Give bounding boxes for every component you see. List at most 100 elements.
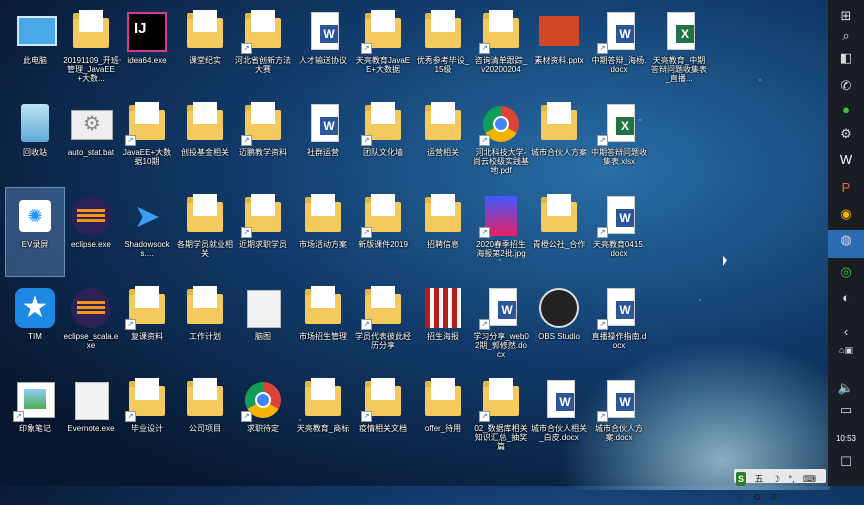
ev-icon: ✺ <box>13 194 57 238</box>
desktop-icon[interactable]: 回收站 <box>6 96 64 184</box>
desktop-icon[interactable]: 招生海报 <box>414 280 472 368</box>
desktop-icon[interactable]: IJ idea64.exe <box>118 4 176 92</box>
folder-icon <box>421 102 465 146</box>
excel-icon: X <box>657 10 701 54</box>
ime-settings-icon[interactable]: ⚙ <box>770 490 778 504</box>
desktop-icon[interactable]: W 社群运营 <box>294 96 352 184</box>
desktop-icon[interactable]: ↗ 迈鹏教学资料 <box>234 96 292 184</box>
network-icon[interactable]: ▭ <box>836 400 856 420</box>
desktop-icon[interactable]: Evernote.exe <box>62 372 120 460</box>
volume-icon[interactable]: 🔈 <box>836 378 856 398</box>
active-app-icon[interactable]: ◍ <box>828 230 864 258</box>
ppt-icon[interactable]: P <box>836 178 856 198</box>
desktop-icon[interactable]: ↗ 河北省创新方法大赛 <box>234 4 292 92</box>
desktop-icon-label: 素材资料.pptx <box>534 56 584 65</box>
desktop-icon[interactable]: W 人才输送协议 <box>294 4 352 92</box>
wechat-icon[interactable]: ● <box>836 100 856 120</box>
desktop-icon[interactable]: ↗ 学员代表彼此经历分享 <box>354 280 412 368</box>
desktop-icon[interactable]: W ↗ 直播操作指南.docx <box>590 280 648 368</box>
search-icon[interactable]: ⌕ <box>836 26 856 46</box>
windows-start-icon[interactable]: ⊞ <box>836 6 856 26</box>
desktop-icon-label: auto_stat.bat <box>67 148 115 157</box>
desktop-icon[interactable]: 招聘信息 <box>414 188 472 276</box>
desktop-icon[interactable]: 此电脑 <box>6 4 64 92</box>
desktop-icon[interactable]: ↗ JavaEE+大数据10期 <box>118 96 176 184</box>
sogou-logo-icon[interactable]: S <box>736 472 747 486</box>
desktop-icon[interactable]: W ↗ 中期答辩_海杨.docx <box>590 4 648 92</box>
desktop-icon[interactable]: W ↗ 学习分享_web02期_郭修然.docx <box>472 280 530 368</box>
shortcut-arrow-icon: ↗ <box>241 43 252 54</box>
word-icon: W <box>537 378 581 422</box>
taskbar-clock[interactable]: 10:53 <box>828 434 864 443</box>
app-icon[interactable]: ◐ <box>836 288 856 308</box>
desktop-icon[interactable]: 运营相关 <box>414 96 472 184</box>
desktop-icon[interactable]: offer_待用 <box>414 372 472 460</box>
ime-keyboard-icon[interactable]: ⌨ <box>803 472 816 486</box>
desktop-icon[interactable]: ↗ 近期求职学员 <box>234 188 292 276</box>
desktop-icon-label: 毕业设计 <box>131 424 163 433</box>
notification-icon[interactable]: ☐ <box>836 452 856 472</box>
desktop-icon[interactable]: W ↗ 天亮教育0415.docx <box>590 188 648 276</box>
desktop-icon[interactable]: ↗ 天亮教育JavaEE+大数据 <box>354 4 412 92</box>
desktop-icon[interactable]: eclipse_scala.exe <box>62 280 120 368</box>
desktop-icon[interactable]: ↗ 求职待定 <box>234 372 292 460</box>
desktop-icon[interactable]: 各期学员就业相关 <box>176 188 234 276</box>
folder-icon <box>421 10 465 54</box>
desktop-icon[interactable]: 脑图 <box>234 280 292 368</box>
desktop-icon[interactable]: ★ TIM <box>6 280 64 368</box>
desktop-icon[interactable]: 青橙公社_合作 <box>530 188 588 276</box>
desktop-icon[interactable]: ↗ 复课资料 <box>118 280 176 368</box>
desktop-icon[interactable]: 优秀参考毕设_15级 <box>414 4 472 92</box>
desktop-icon[interactable]: X 天亮教育_中期答辩问题收集表_直播... <box>650 4 708 92</box>
word-icon: W ↗ <box>597 378 641 422</box>
desktop-icon[interactable]: 天亮教育_商标 <box>294 372 352 460</box>
gear-icon[interactable]: ⚙ <box>836 124 856 144</box>
folder-icon <box>183 194 227 238</box>
desktop-icon[interactable]: ↗ 毕业设计 <box>118 372 176 460</box>
tray-expand-icon[interactable]: ‹ <box>836 322 856 342</box>
desktop-icon[interactable]: 素材资料.pptx <box>530 4 588 92</box>
ime-toolbar[interactable]: S 五 ☽ °, ⌨ ☺ ✿ ⚙ <box>734 469 826 502</box>
desktop-icon[interactable]: ✺ EV录屏 <box>5 187 65 277</box>
desktop-icon[interactable]: 市场招生管理 <box>294 280 352 368</box>
tray-icons[interactable]: ⌂▣ <box>836 340 856 360</box>
ime-mode[interactable]: 五 <box>754 472 763 486</box>
desktop-icon[interactable]: ↗ 团队文化墙 <box>354 96 412 184</box>
chrome-icon[interactable]: ◉ <box>836 204 856 224</box>
ime-skin-icon[interactable]: ✿ <box>754 490 762 504</box>
desktop-icon[interactable]: 公司项目 <box>176 372 234 460</box>
ime-moon-icon[interactable]: ☽ <box>772 472 780 486</box>
desktop-icon[interactable]: X ↗ 中期答辩问题收集表.xlsx <box>590 96 648 184</box>
desktop-icon[interactable]: eclipse.exe <box>62 188 120 276</box>
word-icon[interactable]: W <box>836 150 856 170</box>
desktop-icon-label: eclipse_scala.exe <box>63 332 119 350</box>
word-icon: W ↗ <box>597 286 641 330</box>
desktop-icon[interactable]: 市场活动方案 <box>294 188 352 276</box>
desktop-icon-label: 招聘信息 <box>427 240 459 249</box>
desktop-icon[interactable]: 工作计划 <box>176 280 234 368</box>
desktop-icon[interactable]: ↗ 咨询清单跟踪_v20200204 <box>472 4 530 92</box>
green-app-icon[interactable]: ◎ <box>836 262 856 282</box>
desktop-icon[interactable]: 创投基金相关 <box>176 96 234 184</box>
desktop-icon[interactable]: 课堂纪实 <box>176 4 234 92</box>
desktop-icon[interactable]: ➤ Shadowsocks.... <box>118 188 176 276</box>
desktop-icon[interactable]: ↗ 2020春季招生海报第2批.jpg <box>472 188 530 276</box>
desktop-icon[interactable]: ⚙ auto_stat.bat <box>62 96 120 184</box>
desktop-icon[interactable]: W 城市合伙人相关_白皮.docx <box>530 372 588 460</box>
desktop-icon[interactable]: ↗ 新版课件2019 <box>354 188 412 276</box>
desktop-icon[interactable]: ↗ 疫情相关文档 <box>354 372 412 460</box>
ime-punct-icon[interactable]: °, <box>788 472 794 486</box>
desktop-icon[interactable]: ↗ 印象笔记 <box>6 372 64 460</box>
task-view-icon[interactable]: ◧ <box>836 48 856 68</box>
desktop-icon[interactable]: W ↗ 城市合伙人方案.docx <box>590 372 648 460</box>
desktop-icon[interactable]: ↗ 河北科技大学-尚云校级实践基地.pdf <box>472 96 530 184</box>
ime-emoji-icon[interactable]: ☺ <box>736 490 745 504</box>
desktop-icon[interactable]: 城市合伙人方案 <box>530 96 588 184</box>
phone-icon[interactable]: ✆ <box>836 76 856 96</box>
desktop-icon[interactable]: OBS Studio <box>530 280 588 368</box>
folder-icon: ↗ <box>241 194 285 238</box>
folder-icon: ↗ <box>241 10 285 54</box>
desktop-icon[interactable]: 20191109_开班管理_JavaEE+大数... <box>62 4 120 92</box>
desktop-icon-label: 脑图 <box>255 332 271 341</box>
desktop-icon[interactable]: ↗ 02_数据库相关知识汇总_抽奖篇 <box>472 372 530 460</box>
